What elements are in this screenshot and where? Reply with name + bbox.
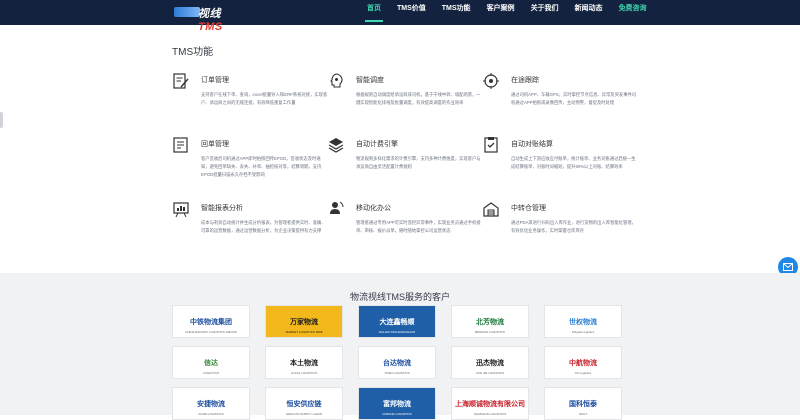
- client-logo-name: 信达: [204, 359, 218, 367]
- client-logo[interactable]: 万家物流 MARKET LOGISTICS 2008: [265, 305, 343, 338]
- client-logo-subtitle: HENG'AN SUPPLY CHAIN: [286, 412, 322, 416]
- auto-settlement-icon: [484, 137, 498, 153]
- logo-text-a: 视线: [198, 8, 221, 20]
- feature-title: 智能调度: [356, 77, 384, 84]
- client-logo-name: 世权物流: [569, 318, 597, 326]
- client-logo-name: 富邦物流: [383, 400, 411, 408]
- client-logo[interactable]: 国科恒泰 GKHT: [544, 387, 622, 420]
- route-tracking-icon: [483, 73, 499, 89]
- feature-description: 通过司机APP、车载GPS，实时掌控节点信息、异常及突发事件司机通过APP拍照或…: [511, 92, 637, 105]
- feature-title: 订单管理: [201, 77, 229, 84]
- clients-section-title: 物流视线TMS服务的客户: [350, 292, 450, 302]
- client-logo-subtitle: Shiquan logistics: [571, 330, 595, 334]
- client-logo-name: 国科恒泰: [569, 400, 597, 408]
- client-logo[interactable]: 本土物流 LOCAL LOGISTICS: [265, 346, 343, 379]
- side-handle[interactable]: [0, 112, 3, 128]
- client-logo-subtitle: TAIDA LOGISTICS: [384, 371, 410, 375]
- site-logo[interactable]: 视线TMS: [174, 4, 238, 33]
- mobile-office-icon: [330, 201, 344, 214]
- client-logo-subtitle: SHANGHAI LOGISTICS: [473, 412, 507, 416]
- feature-description: 根据规则自动调度给承运商或司机，基于干线中转、城配场景，一键实现智能化排线及批量…: [356, 92, 481, 105]
- client-logo-name: 本土物流: [290, 359, 318, 367]
- feature-title: 智能报表分析: [201, 205, 243, 212]
- client-logo-subtitle: ANJIE LOGISTICS: [198, 412, 224, 416]
- feature-title: 回单管理: [201, 141, 229, 148]
- client-logo-subtitle: BEIFANG LOGISTICS: [475, 330, 505, 334]
- client-logo-subtitle: LOCAL LOGISTICS: [290, 371, 318, 375]
- client-logo-subtitle: XUN JIE LOGISTICS: [475, 371, 505, 375]
- feature-description: 管理者通过专用APP可实时监控异常事件，实现业务员通过手机接单、审核、报价派单，…: [356, 220, 481, 233]
- smart-dispatch-icon: [330, 73, 343, 88]
- logo-text-b: TMS: [198, 21, 223, 33]
- feature-title: 移动化办公: [356, 205, 391, 212]
- nav-about-us[interactable]: 关于我们: [523, 0, 567, 25]
- nav-tms-value[interactable]: TMS价值: [389, 0, 434, 25]
- client-logo[interactable]: 中航物流 CA Logistics: [544, 346, 622, 379]
- feature-description: 通过PDA来进行扫码出入库作业，进行货物的出入库智能化管理，有效优化业务操作，实…: [511, 220, 636, 233]
- client-logo-name: 中铁物流集团: [190, 318, 232, 326]
- nav-news[interactable]: 新闻动态: [567, 0, 611, 25]
- top-navigation-bar: 视线TMS 首页 TMS价值 TMS功能 客户案例 关于我们 新闻动态 免费咨询: [0, 0, 800, 33]
- client-logo-name: 北芳物流: [476, 318, 504, 326]
- nav-tms-features[interactable]: TMS功能: [434, 0, 479, 25]
- order-edit-icon: [173, 73, 189, 89]
- client-logo[interactable]: 富邦物流 FUBANG LOGISTICS: [358, 387, 436, 420]
- client-logo-subtitle: CHINA RAILWAY LOGISTICS GROUP: [185, 330, 237, 334]
- client-logo-subtitle: MARKET LOGISTICS 2008: [285, 330, 323, 334]
- client-logo[interactable]: 世权物流 Shiquan logistics: [544, 305, 622, 338]
- client-logo-subtitle: GKHT: [578, 412, 588, 416]
- nav-home[interactable]: 首页: [359, 0, 389, 25]
- client-logo-name: 上海顺诚物流有限公司: [455, 400, 525, 408]
- client-logo[interactable]: 上海顺诚物流有限公司 SHANGHAI LOGISTICS: [451, 387, 529, 420]
- feature-description: 自动生成上下游应收应付账单，统计账单、业务对账通过后统一生成结算账单，对账时间缩…: [511, 156, 636, 169]
- main-nav: 首页 TMS价值 TMS功能 客户案例 关于我们 新闻动态 免费咨询: [359, 0, 655, 25]
- feature-description: 客户签收后司机通过APP即时拍照回传EPOD，签收状态及时通知，避免回单缺失、丢…: [201, 156, 322, 177]
- client-logo[interactable]: 大连鑫畅顺 DALIAN XINCHANGSHUN: [358, 305, 436, 338]
- client-logo[interactable]: 台达物流 TAIDA LOGISTICS: [358, 346, 436, 379]
- client-logo-name: 安捷物流: [197, 400, 225, 408]
- client-logo[interactable]: 北芳物流 BEIFANG LOGISTICS: [451, 305, 529, 338]
- client-logo-subtitle: LOGISTICS: [202, 371, 219, 375]
- feature-description: 成本与利润自动统计并生成分析报表，为管理者提供实时、准确、可靠的运营数据，通过运…: [201, 220, 326, 233]
- mail-icon: [783, 263, 793, 271]
- transit-warehouse-icon: [483, 202, 499, 217]
- feature-description: 支持客户在线下单、查询，excel批量导入和ERP系统对接，实现客户、承运商之间…: [201, 92, 328, 105]
- client-logo-name: 万家物流: [290, 318, 318, 326]
- feature-description: 物流规则多样化需求的计费引擎，支持多种计费维度，实现客户与承运商自由灵活配置计费…: [356, 156, 481, 169]
- client-logo[interactable]: 恒安供应链 HENG'AN SUPPLY CHAIN: [265, 387, 343, 420]
- receipt-icon: [173, 137, 188, 153]
- nav-client-cases[interactable]: 客户案例: [479, 0, 523, 25]
- report-analysis-icon: [173, 202, 189, 218]
- client-logo-name: 大连鑫畅顺: [379, 318, 415, 326]
- client-logo-name: 恒安供应链: [286, 400, 322, 408]
- client-logo-name: 台达物流: [383, 359, 411, 367]
- client-logo-subtitle: DALIAN XINCHANGSHUN: [378, 330, 415, 334]
- nav-free-consult[interactable]: 免费咨询: [611, 0, 655, 25]
- billing-engine-icon: [328, 138, 344, 153]
- client-logo[interactable]: 信达 LOGISTICS: [172, 346, 250, 379]
- client-logo[interactable]: 中铁物流集团 CHINA RAILWAY LOGISTICS GROUP: [172, 305, 250, 338]
- feature-title: 在途跟踪: [511, 77, 539, 84]
- feature-title: 中转仓管理: [511, 205, 546, 212]
- client-logo-name: 中航物流: [569, 359, 597, 367]
- client-logo-subtitle: FUBANG LOGISTICS: [382, 412, 412, 416]
- client-logo-name: 迅杰物流: [476, 359, 504, 367]
- logo-mark-icon: [174, 7, 200, 17]
- client-logo[interactable]: 安捷物流 ANJIE LOGISTICS: [172, 387, 250, 420]
- feature-title: 自动对账结算: [511, 141, 553, 148]
- features-section-title: TMS功能: [172, 47, 214, 58]
- client-logo[interactable]: 迅杰物流 XUN JIE LOGISTICS: [451, 346, 529, 379]
- client-logo-subtitle: CA Logistics: [574, 371, 592, 375]
- feature-title: 自动计费引擎: [356, 141, 398, 148]
